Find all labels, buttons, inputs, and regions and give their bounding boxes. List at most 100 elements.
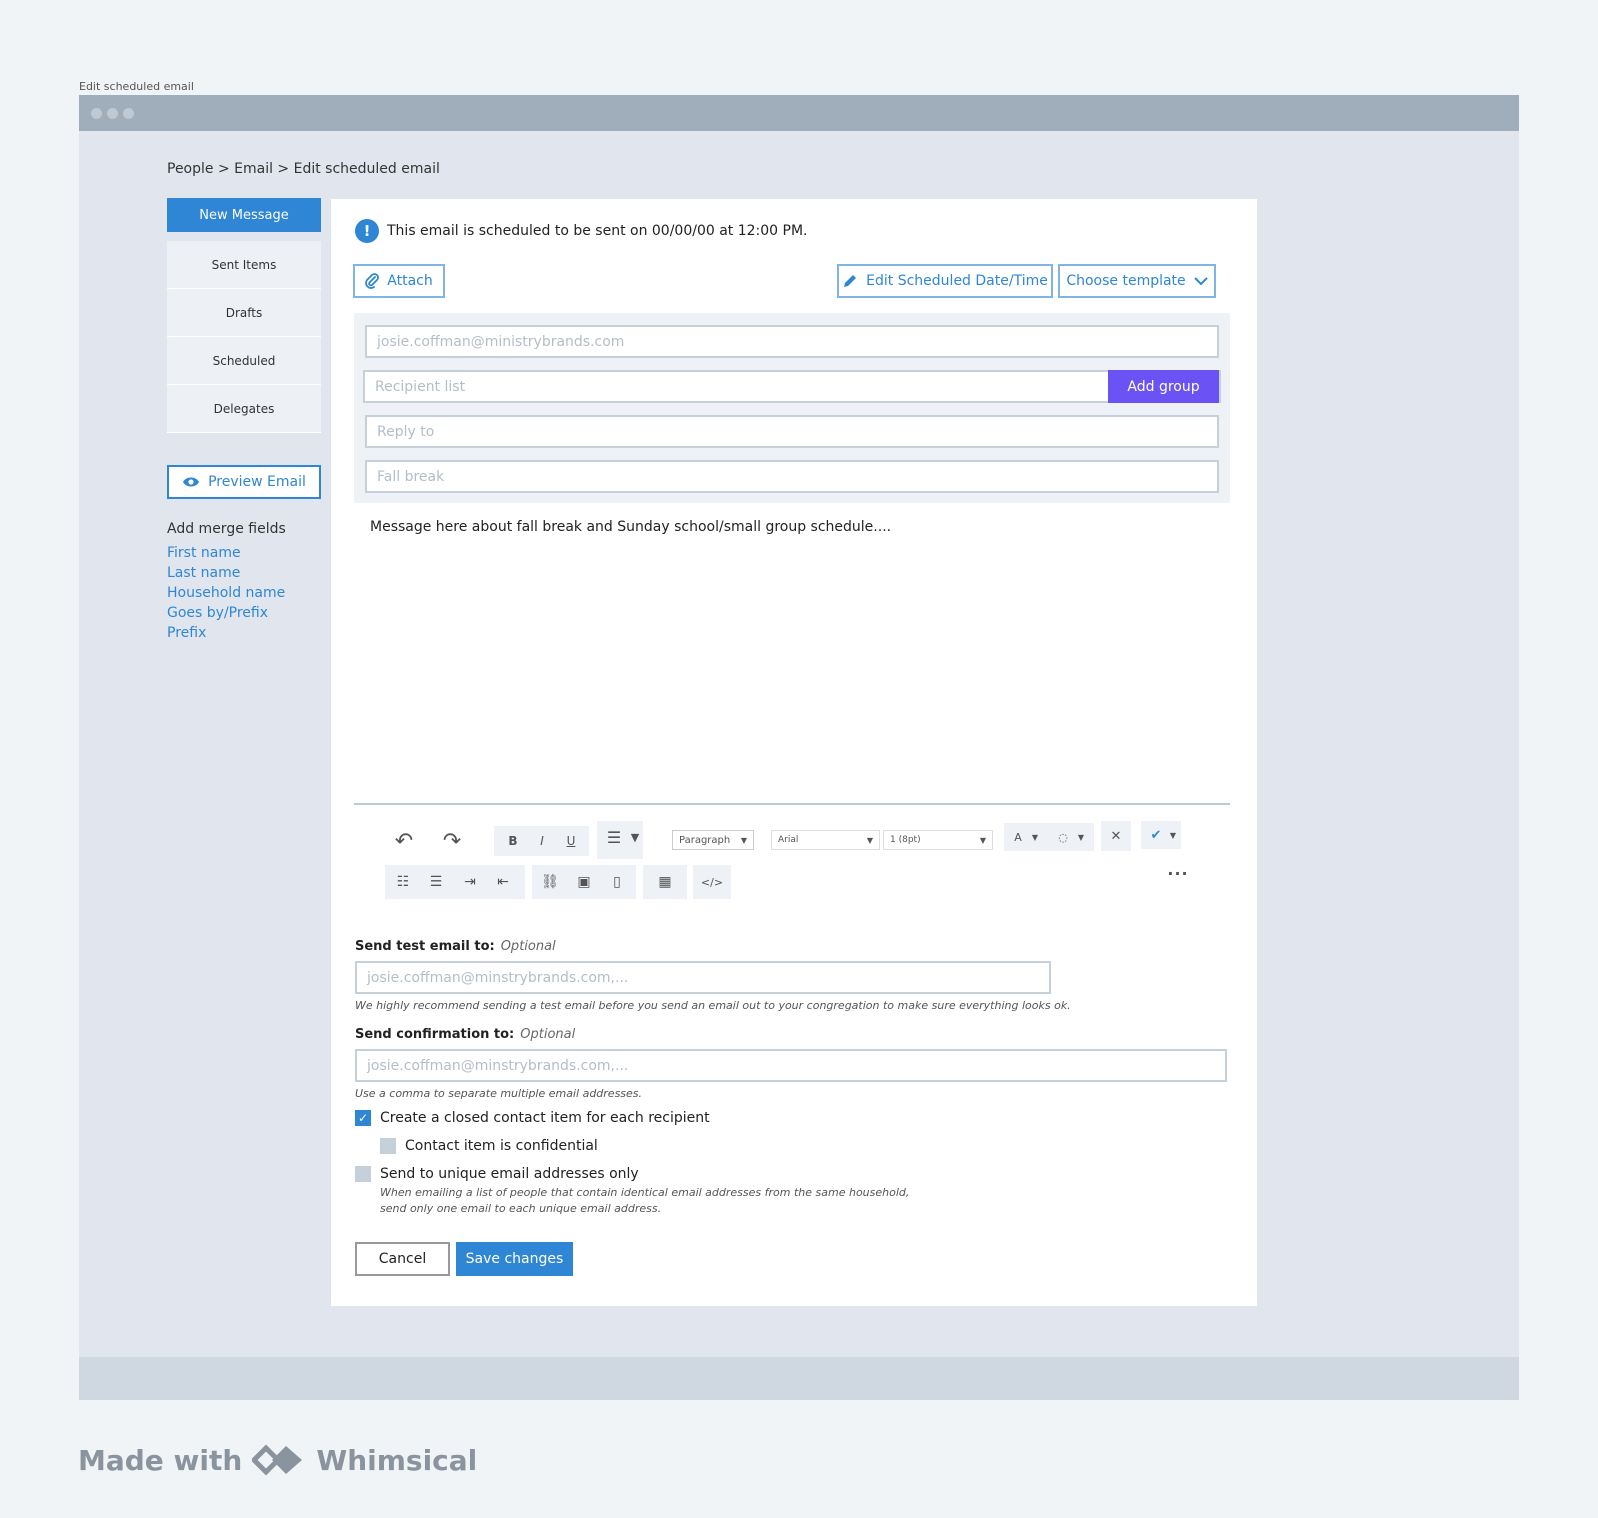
unique-email-hint-line-2: send only one email to each unique email… bbox=[380, 1202, 662, 1215]
unique-email-option[interactable]: Send to unique email addresses only bbox=[355, 1166, 639, 1182]
source-code-icon[interactable]: </> bbox=[700, 870, 724, 894]
font-size-select[interactable]: 1 (8pt) ▼ bbox=[883, 830, 993, 850]
choose-template-dropdown[interactable]: Choose template bbox=[1058, 264, 1216, 298]
sidebar-item-sent-items[interactable]: Sent Items bbox=[167, 241, 321, 289]
checkbox-unchecked[interactable] bbox=[380, 1138, 396, 1154]
caret-down-icon[interactable]: ▼ bbox=[1074, 826, 1088, 848]
image-icon[interactable]: ▣ bbox=[572, 870, 596, 894]
test-email-optional: Optional bbox=[500, 939, 556, 954]
block-format-select[interactable]: Paragraph ▼ bbox=[672, 830, 754, 850]
font-family-value: Arial bbox=[778, 835, 799, 845]
table-icon[interactable]: ▦ bbox=[653, 870, 677, 894]
compose-panel: ! This email is scheduled to be sent on … bbox=[331, 199, 1257, 1306]
outdent-icon[interactable]: ⇤ bbox=[491, 870, 515, 894]
attach-button[interactable]: Attach bbox=[353, 264, 445, 298]
bold-button[interactable]: B bbox=[501, 829, 525, 853]
closed-contact-option[interactable]: ✓ Create a closed contact item for each … bbox=[355, 1110, 710, 1126]
recipient-list-input[interactable]: Recipient list Add group bbox=[363, 370, 1221, 403]
choose-template-label: Choose template bbox=[1066, 273, 1186, 289]
edit-schedule-button[interactable]: Edit Scheduled Date/Time bbox=[837, 264, 1053, 298]
bullet-list-icon[interactable]: ☷ bbox=[391, 870, 415, 894]
font-family-select[interactable]: Arial ▼ bbox=[771, 830, 880, 850]
sidebar-item-drafts[interactable]: Drafts bbox=[167, 289, 321, 337]
block-format-value: Paragraph bbox=[679, 834, 731, 846]
whimsical-brand: Made with Whimsical bbox=[78, 1440, 477, 1480]
pencil-icon bbox=[844, 275, 857, 287]
font-size-value: 1 (8pt) bbox=[890, 835, 921, 845]
insert-file-icon[interactable]: ▯ bbox=[605, 870, 629, 894]
editor-divider bbox=[354, 803, 1230, 805]
checkbox-checked[interactable]: ✓ bbox=[355, 1110, 371, 1126]
whimsical-name: Whimsical bbox=[316, 1443, 478, 1477]
test-email-label: Send test email to: Optional bbox=[355, 939, 556, 954]
sidebar: New Message Sent Items Drafts Scheduled … bbox=[167, 198, 321, 643]
underline-button[interactable]: U bbox=[559, 829, 583, 853]
test-email-hint: We highly recommend sending a test email… bbox=[355, 999, 1071, 1012]
cancel-button[interactable]: Cancel bbox=[355, 1242, 450, 1276]
caret-down-icon[interactable]: ▼ bbox=[1028, 826, 1042, 848]
caret-down-icon[interactable]: ▼ bbox=[628, 827, 642, 847]
frame-title: Edit scheduled email bbox=[79, 80, 194, 93]
merge-field-prefix[interactable]: Prefix bbox=[167, 623, 321, 643]
app-window: People > Email > Edit scheduled email Ne… bbox=[79, 95, 1519, 1400]
unique-email-label: Send to unique email addresses only bbox=[380, 1166, 639, 1182]
caret-down-icon: ▼ bbox=[740, 835, 747, 845]
merge-field-last-name[interactable]: Last name bbox=[167, 563, 321, 583]
test-email-label-text: Send test email to: bbox=[355, 939, 495, 954]
subject-input[interactable]: Fall break bbox=[365, 460, 1219, 493]
unique-email-hint-line-1: When emailing a list of people that cont… bbox=[380, 1186, 910, 1199]
made-with-text: Made with bbox=[78, 1443, 243, 1477]
confidential-option[interactable]: Contact item is confidential bbox=[380, 1138, 598, 1154]
clear-formatting-icon[interactable]: ✕ bbox=[1104, 824, 1128, 848]
new-message-button[interactable]: New Message bbox=[167, 198, 321, 232]
confirmation-hint: Use a comma to separate multiple email a… bbox=[355, 1087, 643, 1100]
merge-field-first-name[interactable]: First name bbox=[167, 543, 321, 563]
edit-schedule-label: Edit Scheduled Date/Time bbox=[866, 273, 1048, 289]
checkbox-unchecked[interactable] bbox=[355, 1166, 371, 1182]
merge-fields-title: Add merge fields bbox=[167, 521, 286, 537]
redo-icon[interactable]: ↷ bbox=[437, 827, 467, 855]
window-footer bbox=[79, 1357, 1519, 1400]
undo-icon[interactable]: ↶ bbox=[389, 827, 419, 855]
numbered-list-icon[interactable]: ☰ bbox=[424, 870, 448, 894]
merge-field-goes-by-prefix[interactable]: Goes by/Prefix bbox=[167, 603, 321, 623]
preview-email-button[interactable]: Preview Email bbox=[167, 465, 321, 499]
link-icon[interactable]: ⛓ bbox=[538, 870, 562, 894]
preview-email-label: Preview Email bbox=[208, 474, 306, 490]
sidebar-item-scheduled[interactable]: Scheduled bbox=[167, 337, 321, 385]
info-icon: ! bbox=[355, 219, 379, 243]
header-fields: josie.coffman@ministrybrands.com Recipie… bbox=[354, 313, 1230, 503]
merge-field-household-name[interactable]: Household name bbox=[167, 583, 321, 603]
align-left-icon[interactable]: ☰ bbox=[602, 825, 626, 849]
indent-icon[interactable]: ⇥ bbox=[458, 870, 482, 894]
caret-down-icon: ▼ bbox=[866, 835, 873, 845]
test-email-input[interactable]: josie.coffman@minstrybrands.com,... bbox=[355, 961, 1051, 994]
window-dot-icon bbox=[91, 107, 102, 119]
closed-contact-label: Create a closed contact item for each re… bbox=[380, 1110, 710, 1126]
highlight-color-icon[interactable]: ◌ bbox=[1054, 826, 1072, 848]
font-color-button[interactable]: A bbox=[1009, 826, 1027, 848]
caret-down-icon[interactable]: ▼ bbox=[1167, 825, 1179, 845]
italic-button[interactable]: I bbox=[530, 829, 554, 853]
schedule-notice: ! This email is scheduled to be sent on … bbox=[355, 219, 808, 243]
message-body[interactable]: Message here about fall break and Sunday… bbox=[370, 519, 891, 535]
sidebar-item-delegates[interactable]: Delegates bbox=[167, 385, 321, 433]
confirmation-input[interactable]: josie.coffman@minstrybrands.com,... bbox=[355, 1049, 1227, 1082]
recipient-list-placeholder: Recipient list bbox=[375, 378, 466, 395]
title-bar bbox=[79, 95, 1519, 131]
save-changes-button[interactable]: Save changes bbox=[456, 1242, 573, 1276]
unique-email-hint: When emailing a list of people that cont… bbox=[380, 1185, 909, 1217]
confirmation-optional: Optional bbox=[520, 1027, 576, 1042]
more-options-icon[interactable]: ... bbox=[1164, 860, 1192, 879]
confirmation-label: Send confirmation to: Optional bbox=[355, 1027, 575, 1042]
reply-to-input[interactable]: Reply to bbox=[365, 415, 1219, 448]
confirmation-label-text: Send confirmation to: bbox=[355, 1027, 515, 1042]
schedule-notice-text: This email is scheduled to be sent on 00… bbox=[387, 223, 808, 239]
from-input[interactable]: josie.coffman@ministrybrands.com bbox=[365, 325, 1219, 358]
whimsical-logo-icon bbox=[252, 1444, 303, 1476]
add-group-button[interactable]: Add group bbox=[1108, 370, 1219, 403]
window-dot-icon bbox=[107, 107, 118, 119]
eye-icon bbox=[183, 477, 200, 487]
sidebar-nav: Sent Items Drafts Scheduled Delegates bbox=[167, 241, 321, 433]
spellcheck-icon[interactable]: ✔ bbox=[1144, 823, 1168, 847]
